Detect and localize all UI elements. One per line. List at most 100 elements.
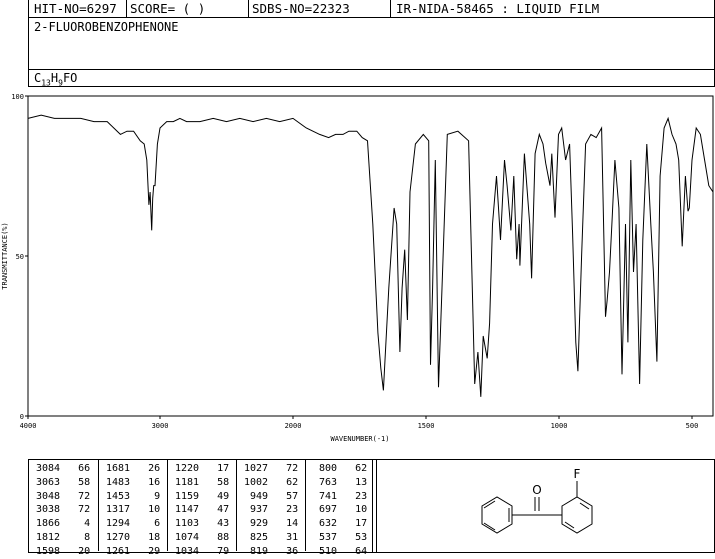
peak-wavenumber: 937 (244, 504, 269, 516)
peak-row: 1270 18 (106, 531, 160, 545)
peak-row: 1147 47 (175, 503, 229, 517)
hit-number: HIT-NO=6297 (34, 1, 117, 16)
peak-wavenumber: 632 (313, 518, 338, 530)
peak-wavenumber: 800 (313, 463, 338, 474)
header-divider (390, 0, 391, 17)
peak-transmittance: 64 (337, 545, 368, 557)
peak-wavenumber: 1103 (175, 518, 200, 530)
peak-row: 1294 6 (106, 517, 160, 531)
peak-row: 1681 26 (106, 462, 160, 476)
peak-transmittance: 36 (268, 545, 299, 557)
peak-wavenumber: 1159 (175, 490, 200, 502)
peak-row: 825 31 (244, 531, 298, 545)
peak-transmittance: 6 (130, 518, 161, 530)
peak-row: 1866 4 (36, 517, 90, 531)
peak-transmittance: 72 (268, 463, 299, 474)
peak-wavenumber: 825 (244, 531, 269, 543)
peak-row: 741 23 (313, 490, 367, 504)
peak-wavenumber: 3063 (36, 476, 61, 488)
y-axis-label: TRANSMITTANCE(%) (1, 222, 9, 289)
peak-row: 697 10 (313, 503, 367, 517)
peak-wavenumber: 537 (313, 531, 338, 543)
peak-transmittance: 26 (130, 463, 161, 474)
peak-wavenumber: 1812 (36, 531, 61, 543)
peak-row: 3038 72 (36, 503, 90, 517)
peak-row: 632 17 (313, 517, 367, 531)
phenyl-ring-left (481, 496, 513, 534)
peak-transmittance: 10 (337, 504, 368, 516)
peak-transmittance: 10 (130, 504, 161, 516)
peak-transmittance: 31 (268, 531, 299, 543)
peak-row: 1159 49 (175, 490, 229, 504)
peak-row: 1261 29 (106, 545, 160, 559)
fluorine-label: F (574, 467, 581, 481)
peak-transmittance: 66 (60, 463, 91, 474)
peak-wavenumber: 1074 (175, 531, 200, 543)
y-tick-label: 0 (20, 413, 24, 421)
header-divider (248, 0, 249, 17)
peak-row: 1317 10 (106, 503, 160, 517)
peak-row: 537 53 (313, 531, 367, 545)
peak-column: 800 62 763 13 741 23 697 10 632 17 537 5… (313, 462, 367, 559)
peak-wavenumber: 697 (313, 504, 338, 516)
peak-transmittance: 43 (199, 518, 230, 530)
peak-row: 1220 17 (175, 462, 229, 476)
peak-wavenumber: 1181 (175, 476, 200, 488)
peak-wavenumber: 1270 (106, 531, 131, 543)
peak-col-divider (167, 459, 168, 551)
score-label: SCORE= ( ) (130, 1, 206, 16)
oxygen-label: O (532, 483, 541, 497)
peak-wavenumber: 741 (313, 490, 338, 502)
peak-column: 1681 26 1483 16 1453 9 1317 10 1294 6 1270 18… (106, 462, 160, 559)
x-tick-label: 4000 (20, 422, 37, 430)
peak-row: 510 64 (313, 545, 367, 559)
peak-wavenumber: 1866 (36, 518, 61, 530)
peak-transmittance: 23 (337, 490, 368, 502)
sdbs-number: SDBS-NO=22323 (252, 1, 350, 16)
molecular-formula: C13H9FO (34, 71, 78, 88)
peak-transmittance: 72 (60, 490, 91, 502)
peak-transmittance: 88 (199, 531, 230, 543)
y-tick-label: 100 (11, 93, 24, 101)
peak-col-divider (236, 459, 237, 551)
peak-wavenumber: 1027 (244, 463, 269, 474)
peak-row: 1027 72 (244, 462, 298, 476)
peak-wavenumber: 929 (244, 518, 269, 530)
peak-transmittance: 62 (337, 463, 368, 474)
peak-wavenumber: 1034 (175, 545, 200, 557)
x-tick-label: 3000 (152, 422, 169, 430)
peak-transmittance: 20 (60, 545, 91, 557)
peak-wavenumber: 1598 (36, 545, 61, 557)
peak-col-divider (305, 459, 306, 551)
peak-column: 1027 72 1002 62 949 57 937 23 929 14 825 … (244, 462, 298, 559)
peak-transmittance: 9 (130, 490, 161, 502)
peak-wavenumber: 1147 (175, 504, 200, 516)
peak-transmittance: 8 (60, 531, 91, 543)
peak-row: 1453 9 (106, 490, 160, 504)
peak-wavenumber: 1317 (106, 504, 131, 516)
peak-transmittance: 58 (60, 476, 91, 488)
peak-transmittance: 79 (199, 545, 230, 557)
peak-row: 929 14 (244, 517, 298, 531)
peak-wavenumber: 1294 (106, 518, 131, 530)
peak-transmittance: 72 (60, 504, 91, 516)
peak-wavenumber: 3084 (36, 463, 61, 474)
peak-row: 1002 62 (244, 476, 298, 490)
peak-wavenumber: 1453 (106, 490, 131, 502)
peak-transmittance: 23 (268, 504, 299, 516)
molecule-structure: O F (481, 467, 593, 534)
peak-transmittance: 17 (337, 518, 368, 530)
peak-col-divider (98, 459, 99, 551)
peak-row: 949 57 (244, 490, 298, 504)
peak-wavenumber: 1220 (175, 463, 200, 474)
peak-row: 1483 16 (106, 476, 160, 490)
peak-transmittance: 49 (199, 490, 230, 502)
formula-box (28, 69, 715, 87)
transmittance-trace (27, 114, 714, 397)
y-tick-label: 50 (16, 253, 24, 261)
peak-transmittance: 13 (337, 476, 368, 488)
peak-wavenumber: 3048 (36, 490, 61, 502)
peak-row: 3084 66 (36, 462, 90, 476)
peak-wavenumber: 1483 (106, 476, 131, 488)
peak-transmittance: 58 (199, 476, 230, 488)
